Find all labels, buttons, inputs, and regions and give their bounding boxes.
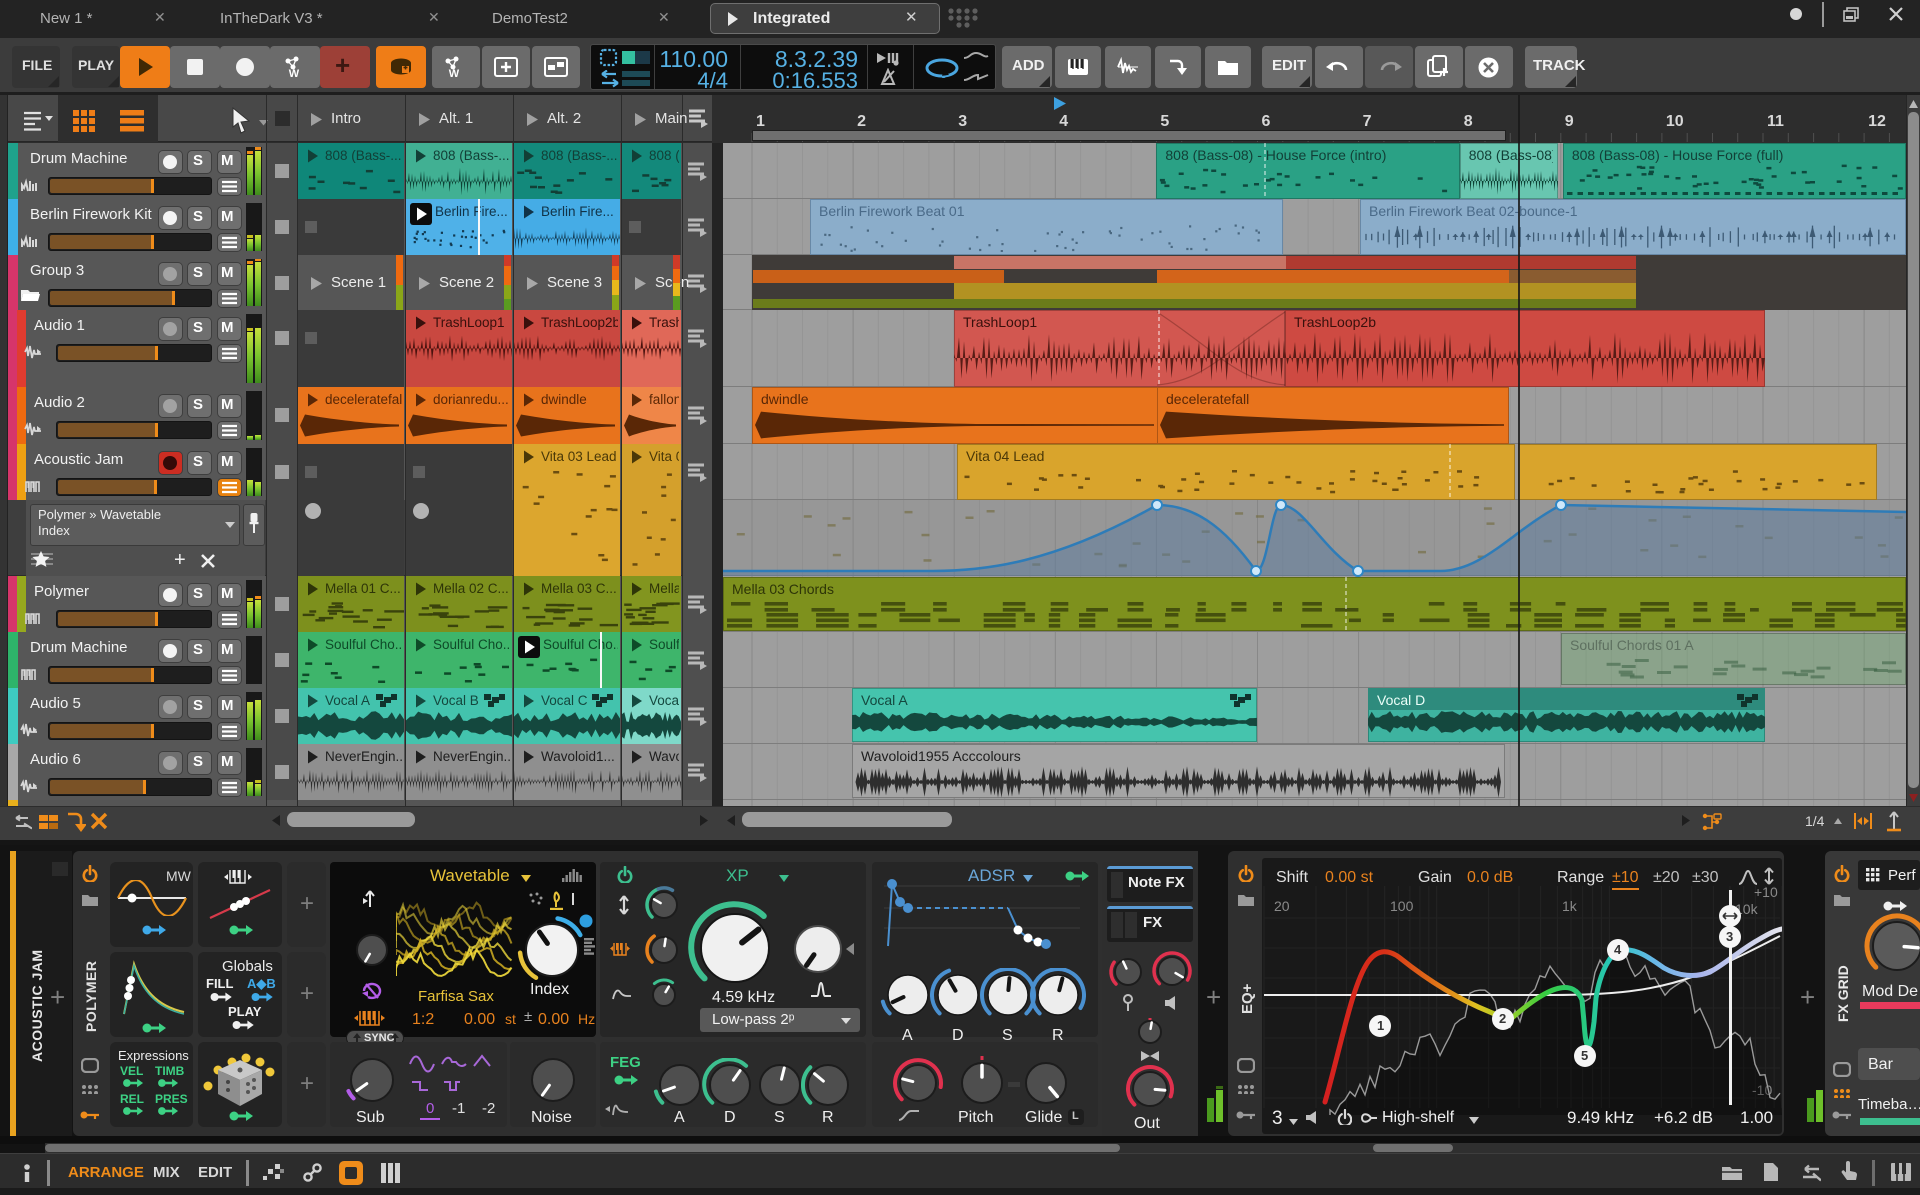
svg-text:W: W	[449, 68, 460, 78]
svg-text:W: W	[289, 68, 300, 78]
